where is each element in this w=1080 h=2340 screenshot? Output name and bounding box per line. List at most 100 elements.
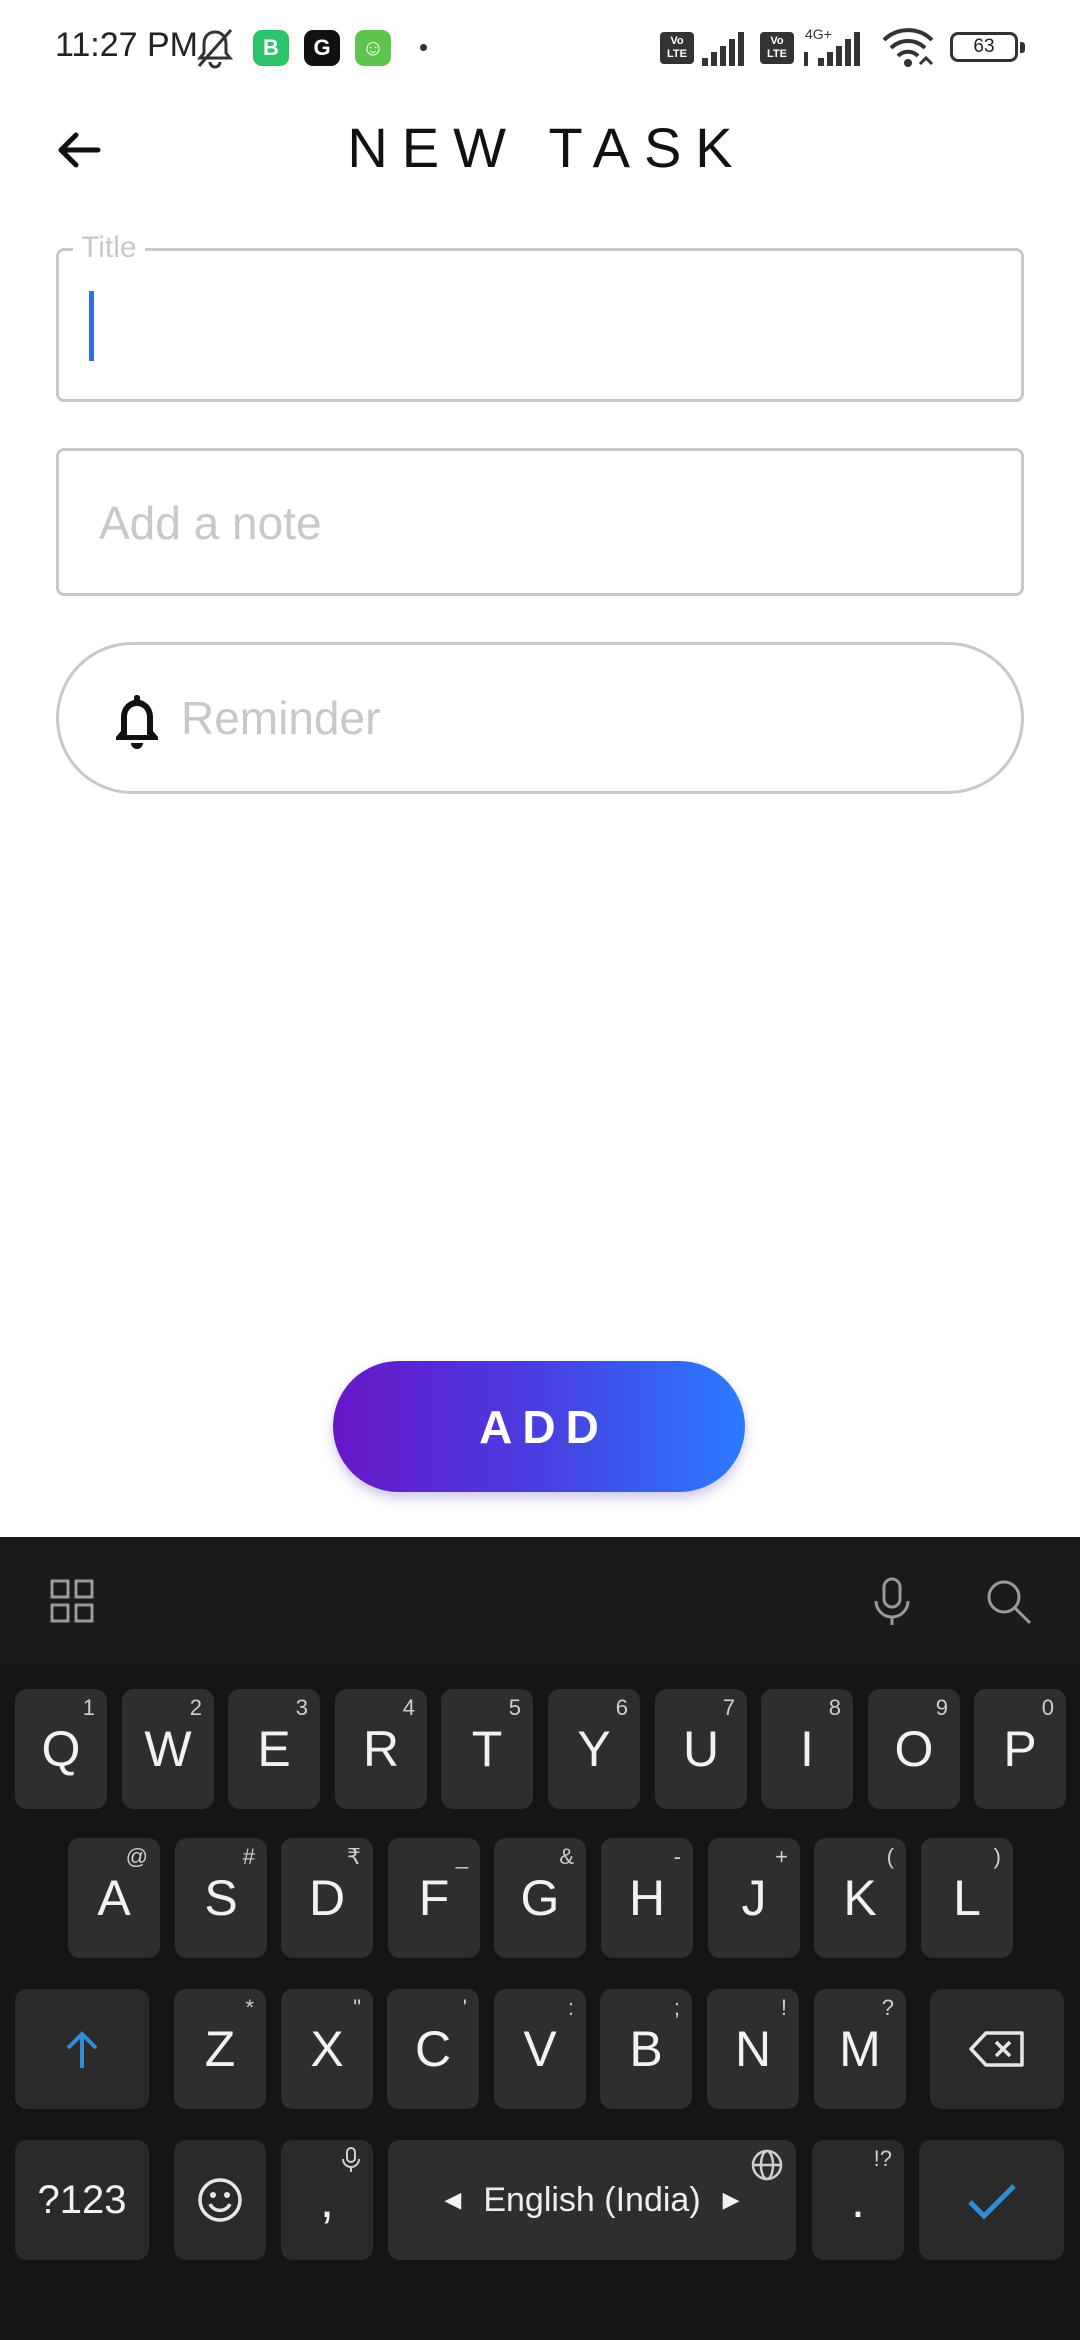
key-label: P xyxy=(1003,1721,1037,1777)
comma-key[interactable]: , xyxy=(281,2140,373,2260)
key-d[interactable]: D ₹ xyxy=(281,1838,373,1958)
key-hint: ₹ xyxy=(347,1844,361,1869)
key-q[interactable]: Q1 xyxy=(15,1689,107,1809)
emoji-key[interactable] xyxy=(174,2140,266,2260)
page-title: NEW TASK xyxy=(347,116,747,179)
key-u[interactable]: U7 xyxy=(655,1689,747,1809)
grammarly-icon: G xyxy=(304,30,340,66)
key-hint: ' xyxy=(462,1995,467,2020)
microphone-icon[interactable] xyxy=(864,1573,920,1629)
key-label: Y xyxy=(577,1721,611,1777)
microphone-hint-icon xyxy=(342,2147,360,2172)
key-f[interactable]: F _ xyxy=(388,1838,480,1958)
key-l[interactable]: L) xyxy=(921,1838,1013,1958)
key-hint: @ xyxy=(125,1844,148,1869)
note-field[interactable] xyxy=(56,448,1024,596)
key-hint: # xyxy=(242,1844,255,1869)
key-label: A xyxy=(97,1870,131,1926)
key-label: G xyxy=(520,1870,560,1926)
key-hint: * xyxy=(245,1995,254,2020)
enter-key[interactable] xyxy=(919,2140,1064,2260)
key-a[interactable]: A @ xyxy=(68,1838,160,1958)
backspace-key[interactable] xyxy=(930,1989,1064,2109)
add-button[interactable]: ADD xyxy=(333,1361,745,1492)
globe-icon xyxy=(751,2149,783,2181)
key-w[interactable]: W2 xyxy=(122,1689,214,1809)
key-hint: & xyxy=(559,1844,574,1869)
note-input[interactable] xyxy=(99,481,979,565)
key-hint: 0 xyxy=(1041,1695,1054,1720)
volte-icon: Vo LTE xyxy=(660,32,694,64)
key-hint: ( xyxy=(886,1844,894,1869)
symbols-key[interactable]: ?123 xyxy=(15,2140,149,2260)
key-t[interactable]: T5 xyxy=(441,1689,533,1809)
android-app-icon: ☺ xyxy=(355,30,391,66)
key-s[interactable]: S # xyxy=(175,1838,267,1958)
key-hint: 2 xyxy=(189,1695,202,1720)
key-x[interactable]: X " xyxy=(281,1989,373,2109)
key-label: K xyxy=(843,1870,877,1926)
shift-key[interactable] xyxy=(15,1989,149,2109)
space-key[interactable]: ◀ English (India) ▶ xyxy=(388,2140,796,2260)
text-caret xyxy=(89,291,94,361)
shift-arrow-icon xyxy=(66,2031,98,2068)
key-hint: " xyxy=(353,1995,361,2020)
key-hint: 3 xyxy=(295,1695,308,1720)
space-label: English (India) xyxy=(483,2180,701,2219)
key-p[interactable]: P0 xyxy=(974,1689,1066,1809)
key-r[interactable]: R4 xyxy=(335,1689,427,1809)
period-hint: !? xyxy=(873,2146,892,2171)
key-g[interactable]: G & xyxy=(494,1838,586,1958)
key-e[interactable]: E3 xyxy=(228,1689,320,1809)
title-input[interactable] xyxy=(103,281,1003,371)
key-o[interactable]: O9 xyxy=(868,1689,960,1809)
key-n[interactable]: N! xyxy=(707,1989,799,2109)
key-label: I xyxy=(800,1721,814,1777)
arrow-right-small-icon: ▶ xyxy=(722,2187,740,2212)
key-hint: ? xyxy=(881,1995,894,2020)
backspace-icon xyxy=(969,2031,1024,2067)
key-hint: ! xyxy=(780,1995,787,2020)
key-i[interactable]: I8 xyxy=(761,1689,853,1809)
checkmark-icon xyxy=(967,2184,1016,2220)
period-key[interactable]: . !? xyxy=(812,2140,904,2260)
key-label: Q xyxy=(41,1721,81,1777)
signal-icon-2 xyxy=(804,32,860,66)
key-c[interactable]: C ' xyxy=(387,1989,479,2109)
reminder-label: Reminder xyxy=(181,692,381,744)
key-b[interactable]: B; xyxy=(600,1989,692,2109)
key-hint: - xyxy=(673,1844,681,1869)
search-icon[interactable] xyxy=(980,1573,1036,1629)
status-bar: 11:27 PM B G ☺ Vo LTE Vo LTE 4G+ 63 xyxy=(0,0,1080,96)
key-j[interactable]: J + xyxy=(708,1838,800,1958)
key-hint: 7 xyxy=(722,1695,735,1720)
key-z[interactable]: Z * xyxy=(174,1989,266,2109)
period-label: . xyxy=(851,2172,865,2228)
title-field[interactable]: Title xyxy=(56,231,1024,402)
reminder-field[interactable]: Reminder xyxy=(56,642,1024,794)
key-k[interactable]: K( xyxy=(814,1838,906,1958)
key-label: D xyxy=(308,1870,346,1926)
key-label: T xyxy=(471,1721,503,1777)
key-label: B xyxy=(629,2021,663,2077)
notification-dot-icon xyxy=(420,44,427,51)
key-label: H xyxy=(628,1870,666,1926)
key-y[interactable]: Y6 xyxy=(548,1689,640,1809)
key-v[interactable]: V: xyxy=(494,1989,586,2109)
key-hint: 6 xyxy=(615,1695,628,1720)
key-hint: 8 xyxy=(828,1695,841,1720)
key-hint: _ xyxy=(455,1844,468,1869)
emoji-icon xyxy=(198,2178,242,2222)
key-m[interactable]: M? xyxy=(814,1989,906,2109)
key-label: C xyxy=(414,2021,452,2077)
arrow-left-small-icon: ◀ xyxy=(444,2187,462,2212)
status-time: 11:27 PM xyxy=(55,26,199,64)
apps-grid-icon[interactable] xyxy=(44,1573,100,1629)
whatsapp-business-icon: B xyxy=(253,30,289,66)
comma-label: , xyxy=(320,2172,334,2228)
key-h[interactable]: H- xyxy=(601,1838,693,1958)
key-hint: ) xyxy=(993,1844,1001,1869)
key-hint: 9 xyxy=(935,1695,948,1720)
key-label: E xyxy=(257,1721,291,1777)
wifi-icon xyxy=(882,28,934,67)
